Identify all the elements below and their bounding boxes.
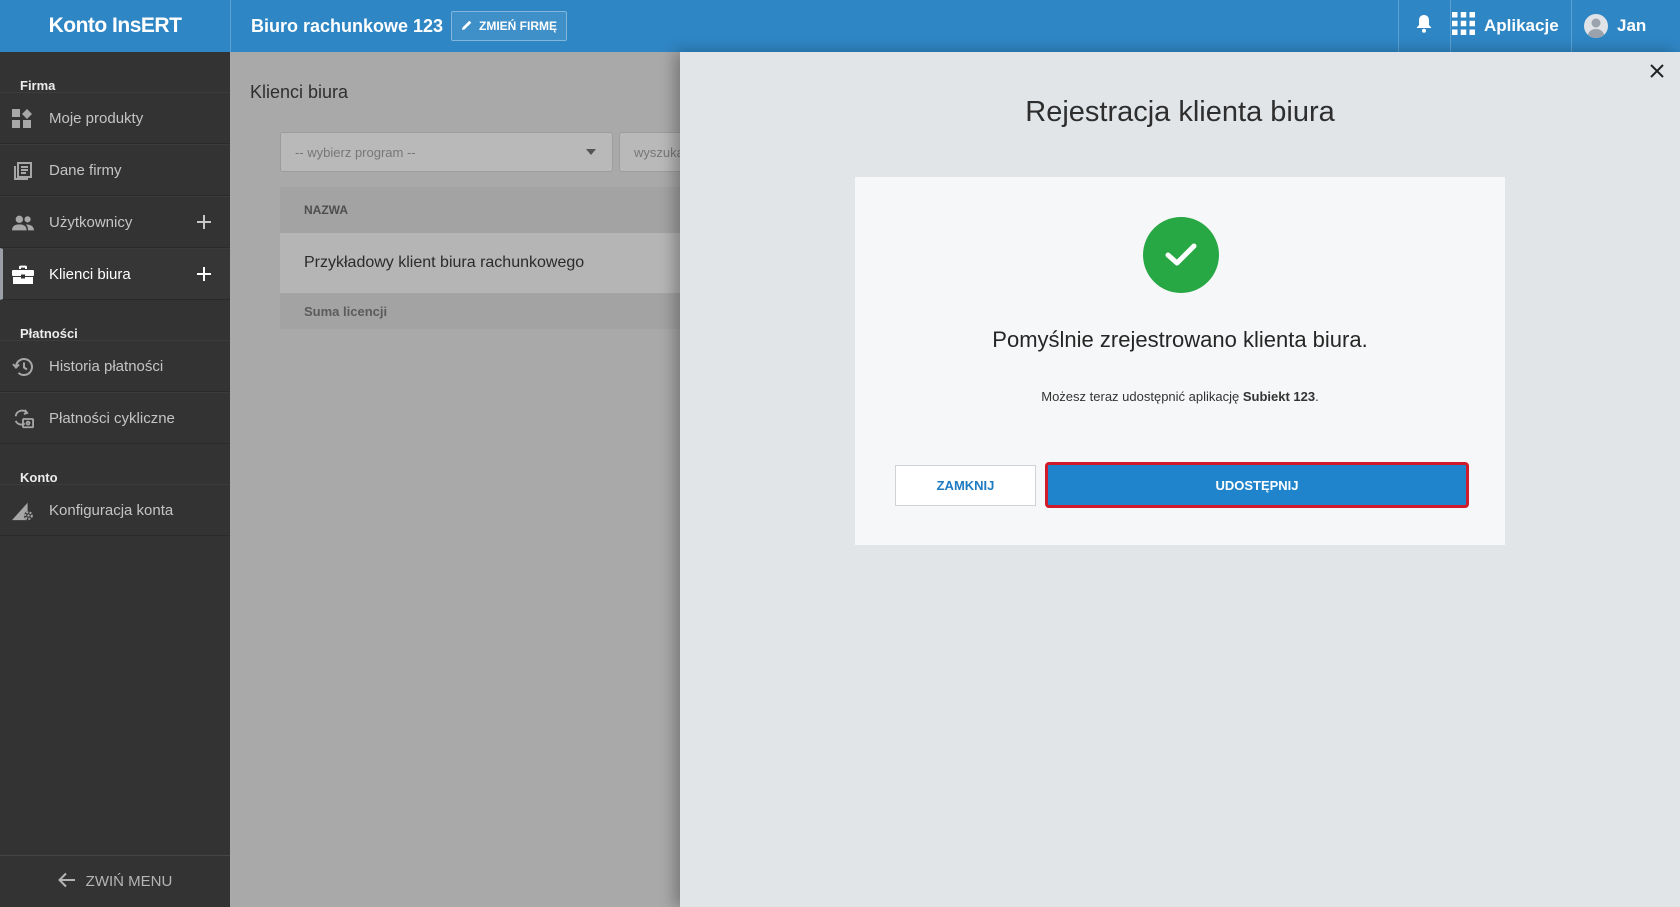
table-header-name: NAZWA: [280, 187, 680, 233]
close-icon: [1650, 63, 1664, 83]
pencil-icon: [461, 19, 473, 34]
sidebar-item-label: Dane firmy: [49, 161, 122, 179]
grid-icon: [1452, 12, 1475, 40]
recurring-payments-icon: [12, 408, 34, 430]
close-panel-button[interactable]: [1644, 60, 1670, 86]
divider: [1571, 0, 1572, 52]
arrow-left-icon: [57, 872, 76, 892]
add-user-icon[interactable]: [192, 210, 216, 234]
sidebar-item-label: Historia płatności: [49, 357, 164, 375]
table-row[interactable]: Przykładowy klient biura rachunkowego: [280, 233, 680, 293]
sidebar-item-dane-firmy[interactable]: Dane firmy: [0, 144, 230, 196]
registration-panel: Rejestracja klienta biura Pomyślnie zrej…: [680, 52, 1680, 907]
user-name: Jan: [1617, 16, 1647, 35]
caret-down-icon: [586, 149, 596, 155]
program-select[interactable]: -- wybierz program --: [280, 132, 613, 172]
program-select-value: -- wybierz program --: [295, 144, 416, 160]
sidebar: Firma Moje produkty Dane firmy Użytkowni…: [0, 52, 230, 907]
avatar: [1584, 14, 1608, 38]
sidebar-item-uzytkownicy[interactable]: Użytkownicy: [0, 196, 230, 248]
sidebar-item-label: Konfiguracja konta: [49, 501, 174, 519]
page-title: Klienci biura: [250, 82, 349, 102]
sidebar-item-platnosci-cykliczne[interactable]: Płatności cykliczne: [0, 392, 230, 444]
apps-button[interactable]: Aplikacje: [1452, 0, 1559, 52]
brand-logo[interactable]: Konto InsERT: [0, 0, 230, 52]
success-message: Możesz teraz udostępnić aplikację Subiek…: [855, 389, 1505, 404]
message-prefix: Możesz teraz udostępnić aplikację: [1041, 389, 1243, 404]
sidebar-item-historia-platnosci[interactable]: Historia płatności: [0, 340, 230, 392]
sidebar-item-klienci-biura[interactable]: Klienci biura: [0, 248, 230, 300]
divider: [1450, 0, 1451, 52]
sidebar-item-label: Użytkownicy: [49, 213, 133, 231]
collapse-menu-button[interactable]: ZWIŃ MENU: [0, 855, 230, 907]
sidebar-item-moje-produkty[interactable]: Moje produkty: [0, 92, 230, 144]
section-title-firma: Firma: [20, 78, 56, 93]
sidebar-item-label: Moje produkty: [49, 109, 144, 127]
products-icon: [12, 108, 34, 130]
panel-title: Rejestracja klienta biura: [1025, 96, 1335, 128]
company-data-icon: [12, 160, 34, 182]
success-title: Pomyślnie zrejestrowano klienta biura.: [992, 327, 1368, 352]
bell-icon: [1415, 14, 1433, 39]
change-company-button[interactable]: ZMIEŃ FIRMĘ: [451, 11, 567, 41]
history-icon: [12, 356, 34, 378]
top-bar: Konto InsERT Biuro rachunkowe 123 ZMIEŃ …: [0, 0, 1680, 52]
sidebar-item-label: Klienci biura: [49, 265, 131, 283]
users-icon: [12, 212, 34, 234]
section-title-konto: Konto: [20, 470, 58, 485]
user-menu-button[interactable]: Jan: [1584, 0, 1646, 52]
table-footer-license-sum: Suma licencji: [280, 293, 680, 329]
company-name: Biuro rachunkowe 123: [251, 15, 444, 36]
briefcase-icon: [12, 264, 34, 286]
sidebar-item-label: Płatności cykliczne: [49, 409, 175, 427]
message-app-name: Subiekt 123: [1242, 389, 1316, 404]
clients-table: NAZWA Przykładowy klient biura rachunkow…: [280, 187, 680, 329]
success-check-icon: [1143, 217, 1219, 293]
close-button[interactable]: ZAMKNIJ: [895, 465, 1036, 506]
sidebar-item-konfiguracja-konta[interactable]: Konfiguracja konta: [0, 484, 230, 536]
change-company-label: ZMIEŃ FIRMĘ: [479, 19, 557, 33]
main-content: Klienci biura -- wybierz program -- wysz…: [230, 52, 699, 907]
notifications-button[interactable]: [1399, 0, 1449, 52]
search-placeholder: wyszukaj: [634, 144, 687, 160]
collapse-menu-label: ZWIŃ MENU: [85, 873, 173, 890]
account-config-icon: [12, 500, 34, 522]
section-title-platnosci: Płatności: [20, 326, 78, 341]
divider: [230, 0, 231, 52]
share-button[interactable]: UDOSTĘPNIJ: [1045, 462, 1469, 508]
message-suffix: .: [1315, 389, 1319, 404]
success-card: Pomyślnie zrejestrowano klienta biura. M…: [855, 177, 1505, 545]
apps-label: Aplikacje: [1484, 16, 1559, 35]
add-client-icon[interactable]: [192, 262, 216, 286]
